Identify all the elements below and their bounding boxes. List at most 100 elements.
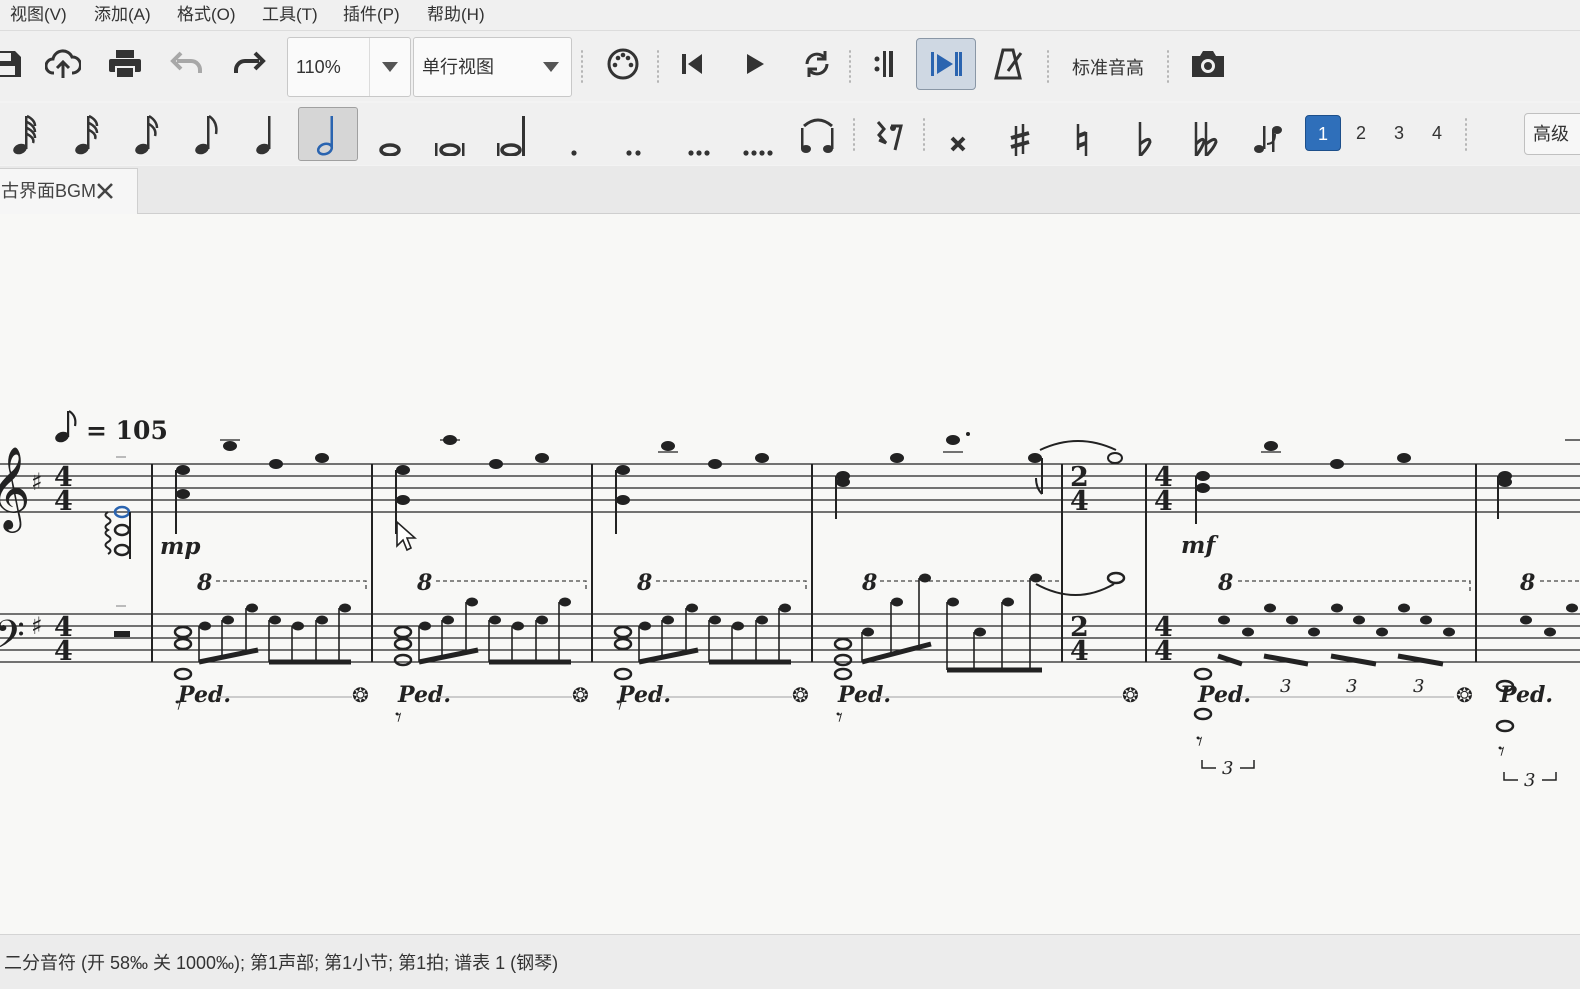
score-notation[interactable]: 𝄞 𝄢 ♯ ♯ 44 44 24 24 44 44 = 105 mp mf 8 … xyxy=(0,214,1580,934)
mouse-pointer-icon xyxy=(396,520,417,552)
double-sharp-button[interactable] xyxy=(930,107,986,161)
score-canvas[interactable]: 𝄞 𝄢 ♯ ♯ 44 44 24 24 44 44 = 105 mp mf 8 … xyxy=(0,214,1580,934)
whole-note-icon xyxy=(379,143,401,156)
loop-button[interactable] xyxy=(792,39,842,89)
eighth-note-icon xyxy=(195,114,218,155)
svg-text:3: 3 xyxy=(1524,770,1535,791)
duration-whole-button[interactable] xyxy=(362,107,418,161)
rewind-button[interactable] xyxy=(668,39,718,89)
svg-text:❂: ❂ xyxy=(572,683,589,707)
loop-in-button[interactable] xyxy=(856,39,906,89)
breve-icon xyxy=(435,143,465,156)
voice-1-button[interactable]: 1 xyxy=(1305,115,1341,151)
svg-text:Ped.: Ped. xyxy=(617,682,671,708)
half-note-icon xyxy=(316,116,334,156)
quarter-note-icon xyxy=(256,116,271,155)
advanced-button[interactable]: 高级 xyxy=(1524,113,1580,155)
cloud-upload-icon xyxy=(45,49,81,78)
score-tab[interactable]: 古界面BGM xyxy=(0,168,138,214)
redo-button[interactable] xyxy=(224,39,274,89)
svg-text:𝄾: 𝄾 xyxy=(175,691,182,721)
rest-toggle-icon xyxy=(876,121,903,151)
bass-clef: 𝄢 xyxy=(0,612,25,668)
metronome-icon xyxy=(994,48,1023,80)
svg-text:8: 8 xyxy=(196,570,212,596)
tie-button[interactable] xyxy=(790,107,846,161)
voice-2-button[interactable]: 2 xyxy=(1343,115,1379,151)
double-dot-button[interactable] xyxy=(606,107,662,161)
menu-add[interactable]: 添加(A) xyxy=(92,4,153,26)
toolbar-separator xyxy=(922,117,926,151)
flip-direction-icon xyxy=(1254,126,1282,153)
zoom-combobox[interactable]: 110% xyxy=(287,37,411,97)
tie xyxy=(1039,440,1117,451)
arpeggio-line xyxy=(104,511,112,555)
status-text: 二分音符 (开 58‰ 关 1000‰); 第1声部; 第1小节; 第1拍; 谱… xyxy=(4,953,559,973)
sharp-button[interactable] xyxy=(992,107,1048,161)
main-toolbar: 110% 单行视图 标准音高 xyxy=(0,31,1580,101)
menu-plugins[interactable]: 插件(P) xyxy=(341,4,402,26)
duration-eighth-button[interactable] xyxy=(178,107,234,161)
flat-button[interactable] xyxy=(1116,107,1172,161)
upload-cloud-button[interactable] xyxy=(38,39,88,89)
64th-note-icon xyxy=(13,114,37,155)
natural-button[interactable] xyxy=(1054,107,1110,161)
menu-tools[interactable]: 工具(T) xyxy=(260,4,320,26)
duration-longa-button[interactable] xyxy=(484,107,540,161)
duration-breve-button[interactable] xyxy=(422,107,478,161)
duration-64th-button[interactable] xyxy=(0,107,52,161)
duration-half-button[interactable] xyxy=(298,107,358,161)
double-dot-icon xyxy=(626,150,641,156)
svg-text:❂: ❂ xyxy=(1456,683,1473,707)
image-capture-button[interactable] xyxy=(1183,39,1233,89)
menu-format[interactable]: 格式(O) xyxy=(175,4,238,26)
save-button[interactable] xyxy=(0,39,32,89)
rest-button[interactable] xyxy=(862,107,918,161)
svg-text:3: 3 xyxy=(1346,676,1357,697)
double-flat-button[interactable] xyxy=(1178,107,1234,161)
view-mode-combobox[interactable]: 单行视图 xyxy=(413,37,572,97)
view-mode-dropdown-arrow[interactable] xyxy=(531,38,571,96)
camera-icon xyxy=(1192,51,1224,77)
selected-chord[interactable] xyxy=(104,456,131,559)
voice-3-button[interactable]: 3 xyxy=(1381,115,1417,151)
print-icon xyxy=(109,50,141,79)
undo-button[interactable] xyxy=(162,39,212,89)
dynamic-mf: mf xyxy=(1181,532,1219,559)
menu-view[interactable]: 视图(V) xyxy=(8,4,69,26)
midi-input-button[interactable] xyxy=(598,39,648,89)
toolbar-separator xyxy=(848,49,852,85)
pan-score-button[interactable] xyxy=(916,38,976,90)
svg-text:8: 8 xyxy=(1519,570,1535,596)
concert-pitch-toggle[interactable]: 标准音高 xyxy=(1072,57,1144,79)
midi-input-icon xyxy=(607,48,639,80)
duration-quarter-button[interactable] xyxy=(238,107,294,161)
pedal-release-marks: ❂ ❂ ❂ ❂ ❂ xyxy=(352,683,1473,707)
small-rests: 𝄾 𝄾 𝄾 𝄾 𝄾 𝄾 xyxy=(175,691,1505,767)
metronome-button[interactable] xyxy=(984,39,1034,89)
tab-close-button[interactable] xyxy=(95,181,115,206)
rewind-icon xyxy=(682,54,702,74)
key-signature-bass: ♯ xyxy=(31,612,43,640)
flip-direction-button[interactable] xyxy=(1240,107,1296,161)
print-button[interactable] xyxy=(100,39,150,89)
quadruple-dot-button[interactable] xyxy=(730,107,786,161)
treble-clef: 𝄞 xyxy=(0,445,31,533)
svg-text:❂: ❂ xyxy=(792,683,809,707)
toolbar-separator xyxy=(580,49,584,85)
toolbar-separator xyxy=(852,117,856,151)
menu-help[interactable]: 帮助(H) xyxy=(425,4,487,26)
duration-32nd-button[interactable] xyxy=(58,107,114,161)
loop-icon xyxy=(805,51,829,77)
svg-text:❂: ❂ xyxy=(1122,683,1139,707)
zoom-dropdown-arrow[interactable] xyxy=(369,38,410,96)
save-icon xyxy=(0,51,21,77)
duration-16th-button[interactable] xyxy=(118,107,174,161)
bass-tie xyxy=(1035,583,1115,596)
voice-4-button[interactable]: 4 xyxy=(1419,115,1455,151)
play-button[interactable] xyxy=(730,39,780,89)
triple-dot-button[interactable] xyxy=(672,107,728,161)
dot-button[interactable] xyxy=(546,107,602,161)
svg-text:8: 8 xyxy=(861,570,877,596)
svg-text:3: 3 xyxy=(1222,758,1233,779)
